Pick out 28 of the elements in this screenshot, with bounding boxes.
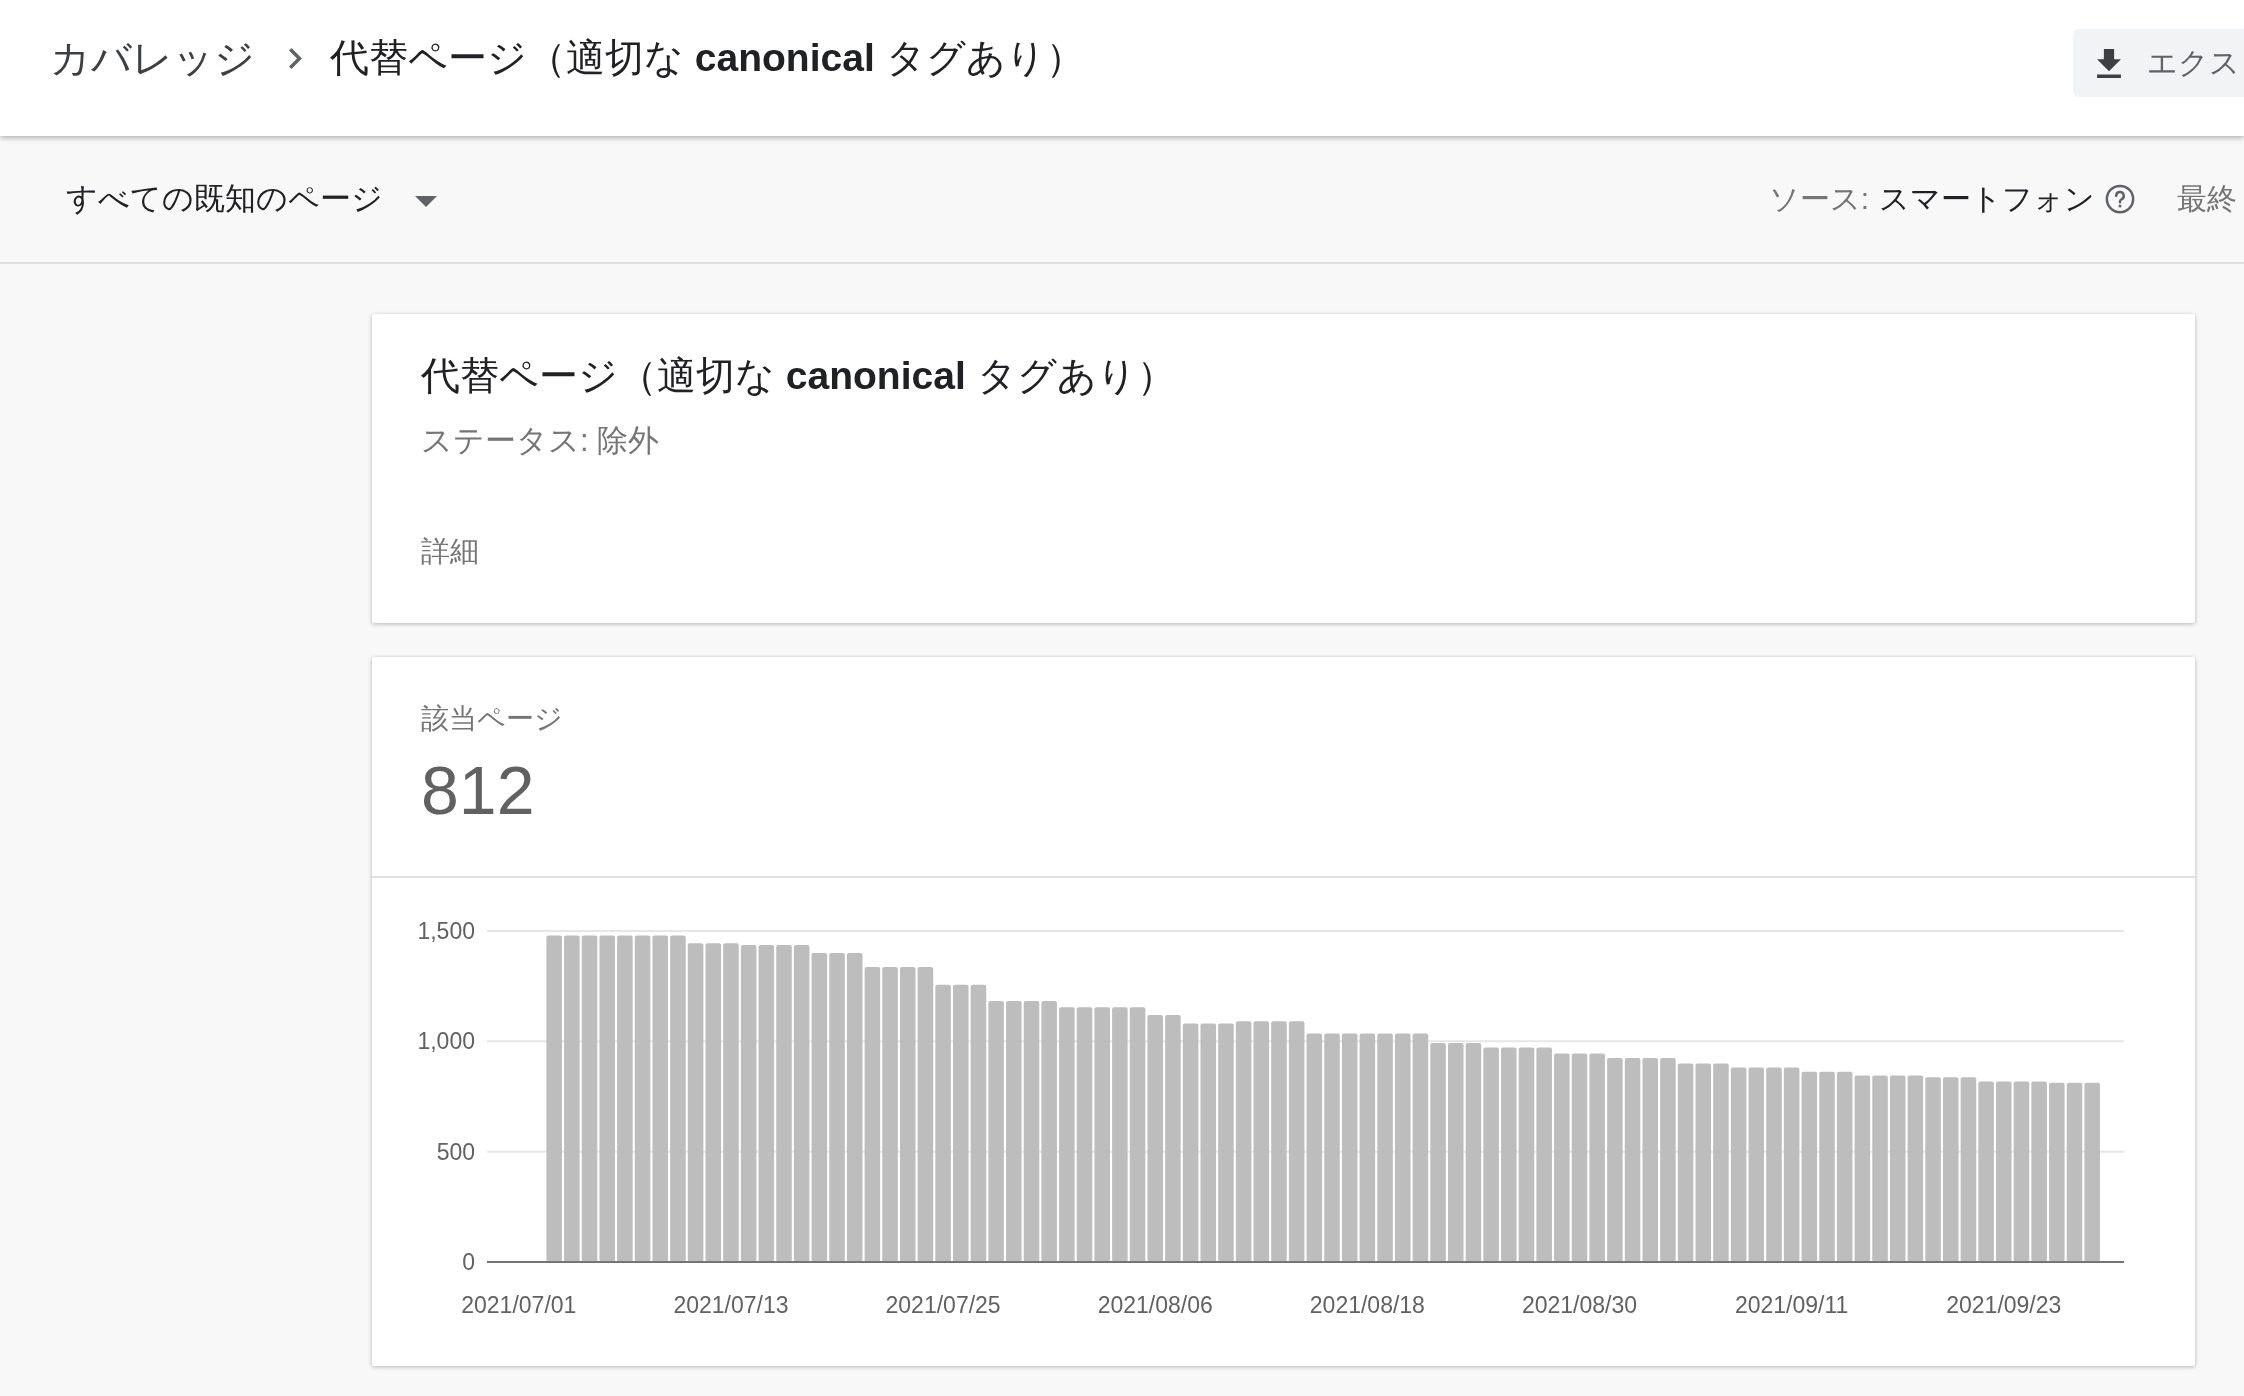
y-axis-label: 500 (436, 1138, 475, 1165)
y-axis-label: 1,500 (417, 918, 475, 944)
details-heading: 詳細 (421, 534, 479, 569)
chevron-icon (289, 47, 302, 69)
x-axis-label: 2021/08/06 (1097, 1292, 1213, 1318)
x-axis-label: 2021/07/13 (673, 1292, 789, 1318)
y-axis-label: 0 (462, 1249, 475, 1275)
breadcrumb-link[interactable]: カバレッジ (50, 32, 255, 84)
download-icon (2097, 48, 2121, 78)
help-icon[interactable] (2105, 184, 2135, 214)
page-filter-dropdown[interactable]: すべての既知のページ (66, 178, 437, 220)
y-axis-label: 1,000 (417, 1028, 475, 1055)
affected-pages-label: 該当ページ (421, 702, 563, 736)
last-updated-label: 最終 (2177, 180, 2237, 217)
x-axis-label: 2021/08/30 (1521, 1292, 1638, 1318)
x-axis-label: 2021/09/23 (1946, 1292, 2062, 1318)
source-value: スマートフォン (1879, 180, 2095, 217)
export-button[interactable]: エクス (2073, 29, 2244, 97)
x-axis-label: 2021/08/18 (1309, 1292, 1425, 1318)
x-axis-label: 2021/09/11 (1734, 1292, 1849, 1318)
affected-pages-count: 812 (421, 751, 535, 830)
card-title: 代替ページ（適切な canonical タグあり） (421, 353, 1176, 399)
status-text: ステータス: 除外 (421, 422, 660, 460)
page-title: 代替ページ（適切な canonical タグあり） (330, 35, 1085, 81)
x-axis-label: 2021/07/01 (461, 1292, 577, 1318)
caret-icon (415, 195, 437, 207)
x-axis-label: 2021/07/25 (885, 1292, 1001, 1318)
source-label: ソース: (1768, 180, 1869, 217)
